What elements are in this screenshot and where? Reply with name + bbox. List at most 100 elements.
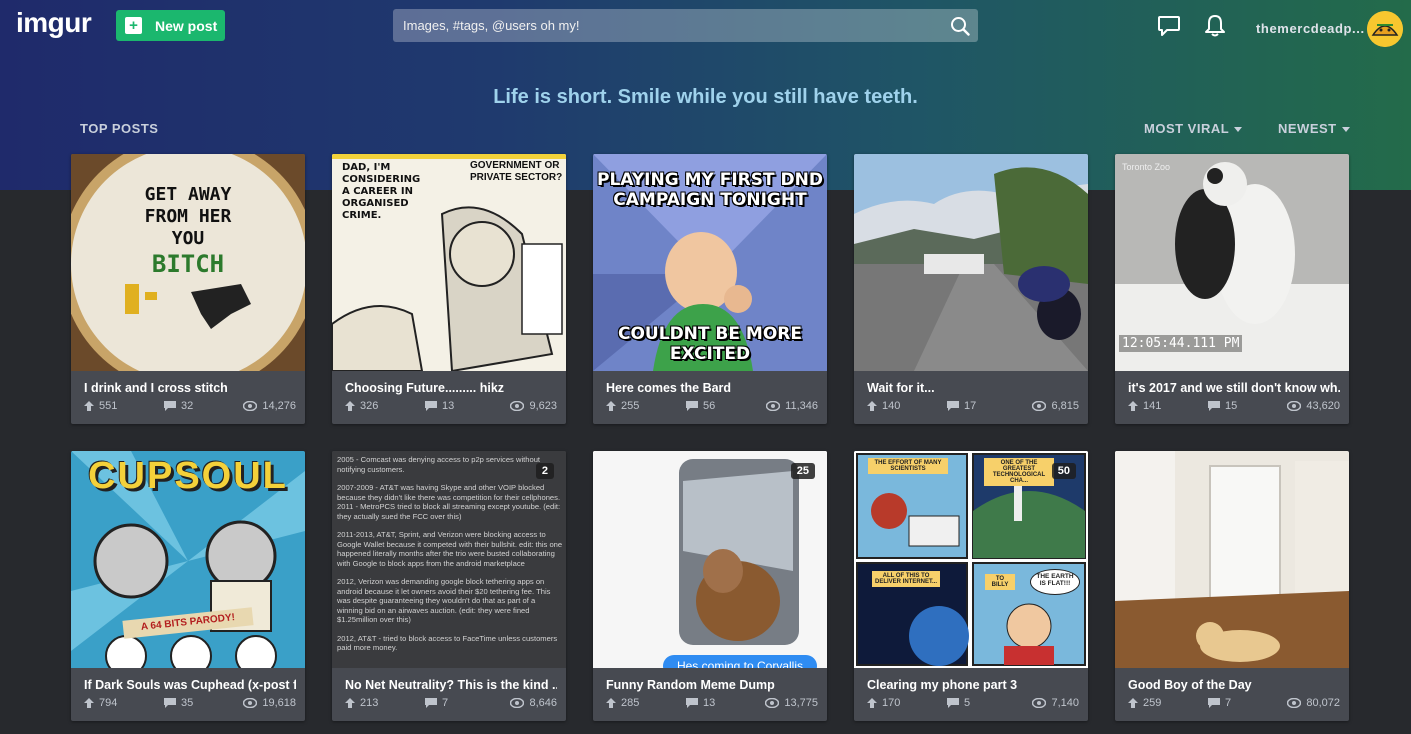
post-stats: 140 17 6,815: [867, 400, 1079, 414]
post-card[interactable]: 2005 - Comcast was denying access to p2p…: [332, 451, 566, 721]
comment-count: 7: [442, 697, 449, 709]
upvote-stat: 213: [345, 697, 378, 709]
upvote-arrow-icon: [867, 698, 877, 708]
post-card[interactable]: Good Boy of the Day 259 7 80,072: [1115, 451, 1349, 721]
eye-icon: [766, 401, 781, 411]
comment-stat: 7: [1208, 697, 1231, 709]
comment-icon: [686, 401, 698, 411]
post-title: No Net Neutrality? This is the kind ...: [345, 678, 557, 692]
views-stat: 14,276: [243, 400, 296, 412]
new-post-button[interactable]: + New post: [116, 10, 225, 41]
comic-caption: ALL OF THIS TO DELIVER INTERNET...: [872, 571, 940, 587]
comment-count: 7: [1225, 697, 1232, 709]
comment-count: 13: [442, 400, 455, 412]
post-thumbnail[interactable]: Hes coming to Corvallis 25: [593, 451, 827, 668]
comment-icon: [947, 698, 959, 708]
views-count: 7,140: [1051, 697, 1079, 709]
post-thumbnail[interactable]: Toronto Zoo 12:05:44.111 PM: [1115, 154, 1349, 371]
image-count-badge: 2: [535, 463, 554, 479]
comment-icon: [164, 698, 176, 708]
comment-stat: 5: [947, 697, 970, 709]
post-title: Clearing my phone part 3: [867, 678, 1018, 692]
text-paragraph: 2011 - MetroPCS tried to block all strea…: [337, 502, 561, 521]
post-stats: 213 7 8,646: [345, 697, 557, 711]
post-thumbnail[interactable]: PLAYING MY FIRST DND CAMPAIGN TONIGHT CO…: [593, 154, 827, 371]
post-thumbnail[interactable]: THE EFFORT OF MANY SCIENTISTS ONE OF THE…: [854, 451, 1088, 668]
comment-icon: [425, 401, 437, 411]
upvote-count: 170: [882, 697, 901, 709]
upvote-count: 285: [621, 697, 640, 709]
post-thumbnail[interactable]: CUPSOUL A 64 BITS PARODY!: [71, 451, 305, 668]
upvote-stat: 285: [606, 697, 639, 709]
upvote-count: 326: [360, 400, 379, 412]
views-count: 43,620: [1306, 400, 1340, 412]
comment-icon: [425, 698, 437, 708]
post-card[interactable]: CUPSOUL A 64 BITS PARODY! If Dark Souls …: [71, 451, 305, 721]
post-card[interactable]: Wait for it... 140 17 6,815: [854, 154, 1088, 424]
views-count: 9,623: [529, 400, 557, 412]
sort-newest-dropdown[interactable]: NEWEST: [1278, 121, 1350, 136]
views-stat: 80,072: [1287, 697, 1340, 709]
zoo-watermark: Toronto Zoo: [1122, 162, 1171, 172]
post-stats: 794 35 19,618: [84, 697, 296, 711]
username[interactable]: themercdeadp...: [1256, 21, 1365, 36]
eye-icon: [1032, 698, 1047, 708]
user-avatar[interactable]: [1367, 11, 1403, 47]
search-icon[interactable]: [950, 16, 970, 36]
image-count-badge: 50: [1051, 463, 1076, 479]
comic-speech-dad: DAD, I'M CONSIDERING A CAREER IN ORGANIS…: [342, 162, 421, 221]
post-title: Good Boy of the Day: [1128, 678, 1252, 692]
post-thumbnail[interactable]: [854, 154, 1088, 371]
comment-count: 32: [181, 400, 194, 412]
search-input[interactable]: [393, 18, 933, 33]
comic-caption: ONE OF THE GREATEST TECHNOLOGICAL CHA...: [984, 458, 1054, 486]
post-title: it's 2017 and we still don't know wh...: [1128, 381, 1340, 395]
post-card[interactable]: THE EFFORT OF MANY SCIENTISTS ONE OF THE…: [854, 451, 1088, 721]
upvote-count: 255: [621, 400, 640, 412]
views-stat: 13,775: [765, 697, 818, 709]
upvote-count: 140: [882, 400, 901, 412]
upvote-count: 551: [99, 400, 118, 412]
comment-stat: 35: [164, 697, 193, 709]
post-card[interactable]: GET AWAY FROM HER YOU BITCH I drink and …: [71, 154, 305, 424]
comment-icon: [1208, 401, 1220, 411]
post-card[interactable]: Toronto Zoo 12:05:44.111 PM it's 2017 an…: [1115, 154, 1349, 424]
post-card[interactable]: DAD, I'M CONSIDERING A CAREER IN ORGANIS…: [332, 154, 566, 424]
post-thumbnail[interactable]: 2005 - Comcast was denying access to p2p…: [332, 451, 566, 668]
views-stat: 7,140: [1032, 697, 1079, 709]
chevron-down-icon: [1341, 127, 1350, 133]
stitch-text-line-1: GET AWAY: [144, 184, 232, 205]
taco-avatar-icon: [1367, 11, 1403, 47]
post-card[interactable]: Hes coming to Corvallis 25 Funny Random …: [593, 451, 827, 721]
upvote-stat: 794: [84, 697, 117, 709]
upvote-arrow-icon: [606, 698, 616, 708]
dog-in-hallway-image: [1115, 451, 1349, 668]
eye-icon: [1032, 401, 1047, 411]
upvote-stat: 551: [84, 400, 117, 412]
comment-stat: 13: [686, 697, 715, 709]
text-paragraph: 2005 - Comcast was denying access to p2p…: [337, 455, 541, 474]
post-card[interactable]: PLAYING MY FIRST DND CAMPAIGN TONIGHT CO…: [593, 154, 827, 424]
notifications-bell-icon[interactable]: [1204, 14, 1226, 38]
plus-icon: +: [125, 17, 142, 34]
text-screenshot: 2005 - Comcast was denying access to p2p…: [337, 455, 563, 662]
comment-stat: 7: [425, 697, 448, 709]
post-title: If Dark Souls was Cuphead (x-post f...: [84, 678, 296, 692]
comment-icon: [947, 401, 959, 411]
sort-most-viral-dropdown[interactable]: MOST VIRAL: [1144, 121, 1243, 136]
post-thumbnail[interactable]: DAD, I'M CONSIDERING A CAREER IN ORGANIS…: [332, 154, 566, 371]
eye-icon: [243, 401, 258, 411]
views-stat: 8,646: [510, 697, 557, 709]
post-title: I drink and I cross stitch: [84, 381, 228, 395]
eye-icon: [765, 698, 780, 708]
imgur-logo[interactable]: imgur: [16, 7, 92, 39]
post-thumbnail[interactable]: [1115, 451, 1349, 668]
stitch-text-line-2: FROM HER: [144, 206, 232, 227]
post-thumbnail[interactable]: GET AWAY FROM HER YOU BITCH: [71, 154, 305, 371]
text-paragraph: 2012, Verizon was demanding google block…: [337, 577, 551, 624]
post-title: Wait for it...: [867, 381, 935, 395]
upvote-count: 794: [99, 697, 118, 709]
upvote-count: 259: [1143, 697, 1162, 709]
comment-icon: [164, 401, 176, 411]
messages-icon[interactable]: [1157, 15, 1181, 37]
